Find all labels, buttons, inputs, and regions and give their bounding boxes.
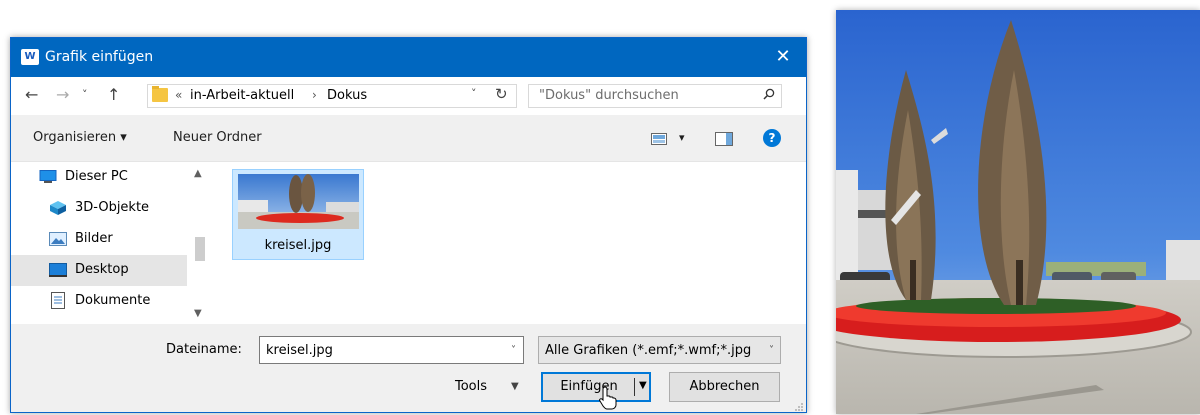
nav-item-dieser-pc[interactable]: Dieser PC bbox=[11, 162, 187, 193]
nav-item-label: 3D-Objekte bbox=[75, 200, 150, 215]
folder-icon bbox=[152, 86, 168, 102]
nav-item-label: Dieser PC bbox=[65, 169, 128, 184]
refresh-icon[interactable]: ↻ bbox=[495, 85, 508, 103]
breadcrumb-dokus[interactable]: Dokus bbox=[327, 88, 367, 103]
search-input[interactable]: "Dokus" durchsuchen bbox=[528, 84, 782, 108]
file-list: kreisel.jpg bbox=[209, 162, 806, 324]
insert-dropdown-icon[interactable]: ▼ bbox=[639, 380, 647, 391]
help-icon[interactable]: ? bbox=[763, 129, 781, 147]
file-item-kreisel[interactable]: kreisel.jpg bbox=[232, 169, 364, 260]
navigation-pane: Dieser PC 3D-Objekte Bilder Desktop Doku… bbox=[11, 162, 208, 324]
forward-button[interactable]: → bbox=[56, 86, 69, 104]
hand-cursor-icon bbox=[599, 386, 617, 410]
image-thumbnail bbox=[238, 174, 359, 229]
back-button[interactable]: ← bbox=[25, 86, 38, 104]
filename-input[interactable]: kreisel.jpg ˅ bbox=[259, 336, 524, 364]
breadcrumb-separator[interactable]: › bbox=[312, 88, 317, 102]
search-icon[interactable] bbox=[763, 88, 775, 100]
preview-pane-icon[interactable] bbox=[715, 132, 733, 146]
desktop-icon bbox=[49, 263, 67, 277]
3d-objects-icon bbox=[50, 201, 66, 215]
filename-dropdown-icon[interactable]: ˅ bbox=[511, 345, 516, 356]
filename-label: Dateiname: bbox=[166, 342, 242, 357]
recent-locations-button[interactable]: ˅ bbox=[82, 86, 88, 104]
pc-icon bbox=[39, 170, 57, 183]
address-dropdown-icon[interactable]: ˅ bbox=[471, 87, 477, 100]
cancel-button-label: Abbrechen bbox=[689, 379, 760, 394]
close-icon: ✕ bbox=[775, 46, 791, 67]
tools-button[interactable]: Tools bbox=[455, 379, 487, 394]
split-divider bbox=[634, 378, 635, 396]
file-type-select[interactable]: Alle Grafiken (*.emf;*.wmf;*.jpg ˅ bbox=[538, 336, 781, 364]
view-options-icon[interactable] bbox=[651, 133, 667, 145]
roundabout-photo bbox=[836, 10, 1200, 414]
insert-picture-dialog: W Grafik einfügen ✕ ← → ˅ ↑ « in-Arbeit-… bbox=[10, 37, 807, 413]
command-bar: Organisieren ▾ Neuer Ordner ▾ ? bbox=[11, 115, 806, 162]
address-row: ← → ˅ ↑ « in-Arbeit-aktuell › Dokus ˅ ↻ … bbox=[11, 77, 806, 115]
dialog-footer: Dateiname: kreisel.jpg ˅ Alle Grafiken (… bbox=[11, 324, 806, 412]
nav-scrollbar[interactable]: ▲ ▼ bbox=[190, 162, 208, 324]
nav-item-label: Dokumente bbox=[75, 293, 151, 308]
insert-button[interactable]: Einfügen ▼ bbox=[541, 372, 651, 402]
search-placeholder: "Dokus" durchsuchen bbox=[539, 88, 679, 103]
nav-item-label: Bilder bbox=[75, 231, 113, 246]
close-button[interactable]: ✕ bbox=[760, 38, 806, 77]
organize-button[interactable]: Organisieren ▾ bbox=[33, 130, 127, 145]
cancel-button[interactable]: Abbrechen bbox=[669, 372, 780, 402]
nav-item-bilder[interactable]: Bilder bbox=[11, 224, 187, 255]
file-type-dropdown-icon[interactable]: ˅ bbox=[769, 345, 774, 356]
file-type-value: Alle Grafiken (*.emf;*.wmf;*.jpg bbox=[545, 343, 752, 358]
filename-value: kreisel.jpg bbox=[266, 343, 333, 358]
overflow-chevron[interactable]: « bbox=[175, 88, 182, 102]
insert-button-label: Einfügen bbox=[560, 379, 618, 394]
title-bar[interactable]: W Grafik einfügen ✕ bbox=[11, 38, 806, 77]
view-dropdown-icon[interactable]: ▾ bbox=[679, 131, 685, 144]
nav-item-desktop[interactable]: Desktop bbox=[11, 255, 187, 286]
scroll-thumb[interactable] bbox=[195, 237, 205, 261]
breadcrumb-in-arbeit-aktuell[interactable]: in-Arbeit-aktuell bbox=[190, 88, 294, 103]
file-name: kreisel.jpg bbox=[264, 238, 332, 253]
nav-item-dokumente[interactable]: Dokumente bbox=[11, 286, 187, 317]
nav-item-label: Desktop bbox=[75, 262, 129, 277]
address-bar[interactable]: « in-Arbeit-aktuell › Dokus bbox=[147, 84, 517, 108]
resize-grip-icon[interactable] bbox=[794, 402, 804, 412]
tools-dropdown-icon[interactable]: ▼ bbox=[511, 381, 519, 392]
new-folder-button[interactable]: Neuer Ordner bbox=[173, 130, 262, 145]
nav-item-3d-objekte[interactable]: 3D-Objekte bbox=[11, 193, 187, 224]
scroll-up-icon[interactable]: ▲ bbox=[194, 168, 202, 179]
up-button[interactable]: ↑ bbox=[107, 86, 120, 104]
pictures-icon bbox=[49, 232, 67, 246]
word-app-icon: W bbox=[21, 49, 39, 65]
scroll-down-icon[interactable]: ▼ bbox=[194, 308, 202, 319]
documents-icon bbox=[51, 292, 65, 309]
dialog-title: Grafik einfügen bbox=[45, 49, 154, 65]
